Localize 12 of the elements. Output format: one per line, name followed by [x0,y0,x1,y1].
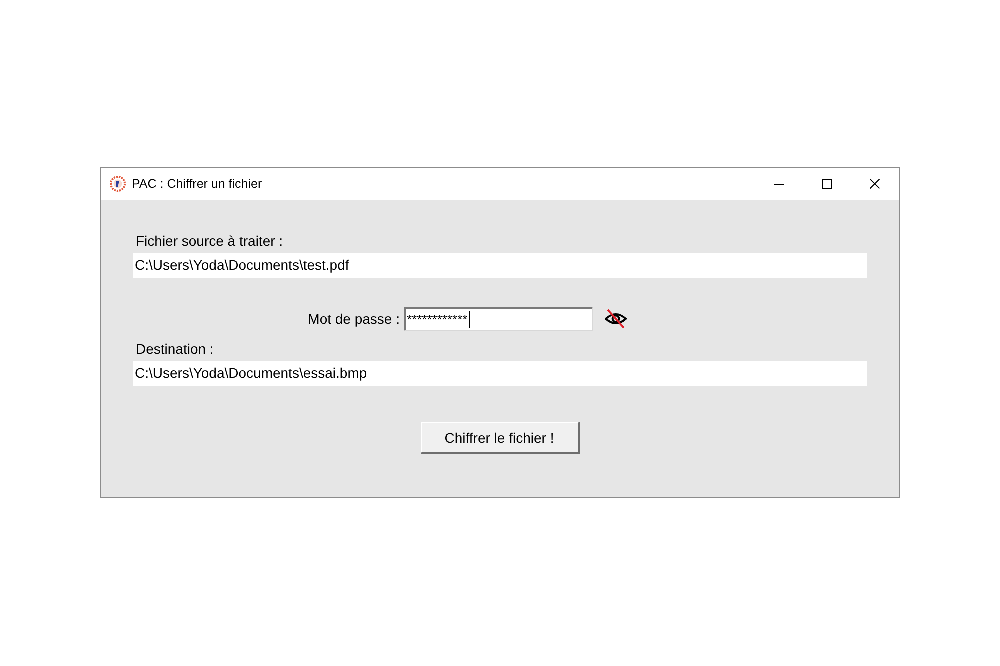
password-field[interactable]: ************ [404,307,593,331]
destination-label: Destination : [136,341,214,357]
destination-path-field[interactable]: C:\Users\Yoda\Documents\essai.bmp [133,361,867,386]
close-icon [870,179,880,189]
source-path-field[interactable]: C:\Users\Yoda\Documents\test.pdf [133,253,867,278]
eye-slash-icon[interactable] [605,309,627,329]
password-label: Mot de passe : [308,311,400,327]
encrypt-file-button[interactable]: Chiffrer le fichier ! [420,422,580,454]
source-label: Fichier source à traiter : [136,233,284,249]
round-logo-icon [110,176,126,192]
window-title: PAC : Chiffrer un fichier [132,177,262,191]
maximize-icon [822,179,832,189]
